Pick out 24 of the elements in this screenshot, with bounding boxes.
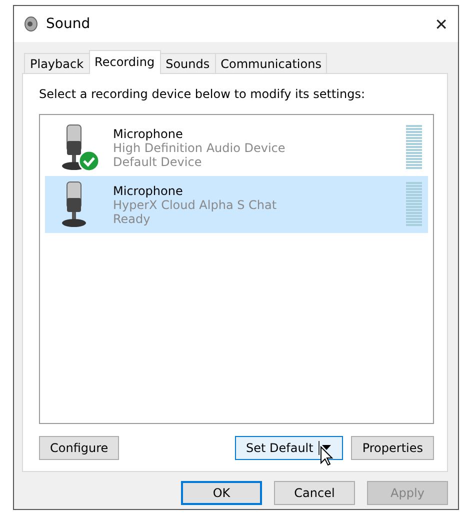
device-name: Microphone: [113, 126, 184, 140]
button[interactable]: Properties: [351, 436, 434, 460]
mouse-cursor-icon: [320, 446, 334, 466]
tab[interactable]: Communications: [214, 53, 328, 74]
level-meter-icon: [406, 124, 422, 170]
tab[interactable]: Recording: [88, 50, 161, 74]
device-name: Microphone: [113, 184, 184, 198]
close-button[interactable]: ✕: [434, 14, 448, 34]
level-meter-icon: [406, 182, 422, 228]
speaker-icon: [24, 16, 38, 32]
button[interactable]: Cancel: [274, 481, 355, 505]
split-button[interactable]: Set Default: [234, 436, 344, 460]
dropdown-arrow-icon: [318, 441, 332, 455]
device-status: Ready: [113, 212, 152, 226]
device-status: Default Device: [113, 154, 203, 168]
tab[interactable]: Playback: [24, 53, 90, 74]
device-description: HyperX Cloud Alpha S Chat: [113, 198, 278, 212]
button[interactable]: Configure: [39, 436, 120, 460]
instruction-text: Select a recording device below to modify its settings:: [39, 87, 366, 101]
device-row[interactable]: Microphone HyperX Cloud Alpha S Chat Ready: [45, 176, 428, 233]
device-description: High Definition Audio Device: [113, 140, 286, 154]
window-title: Sound: [46, 16, 92, 32]
button[interactable]: OK: [181, 481, 262, 505]
device-row[interactable]: Microphone High Definition Audio Device Default Device: [45, 119, 428, 176]
